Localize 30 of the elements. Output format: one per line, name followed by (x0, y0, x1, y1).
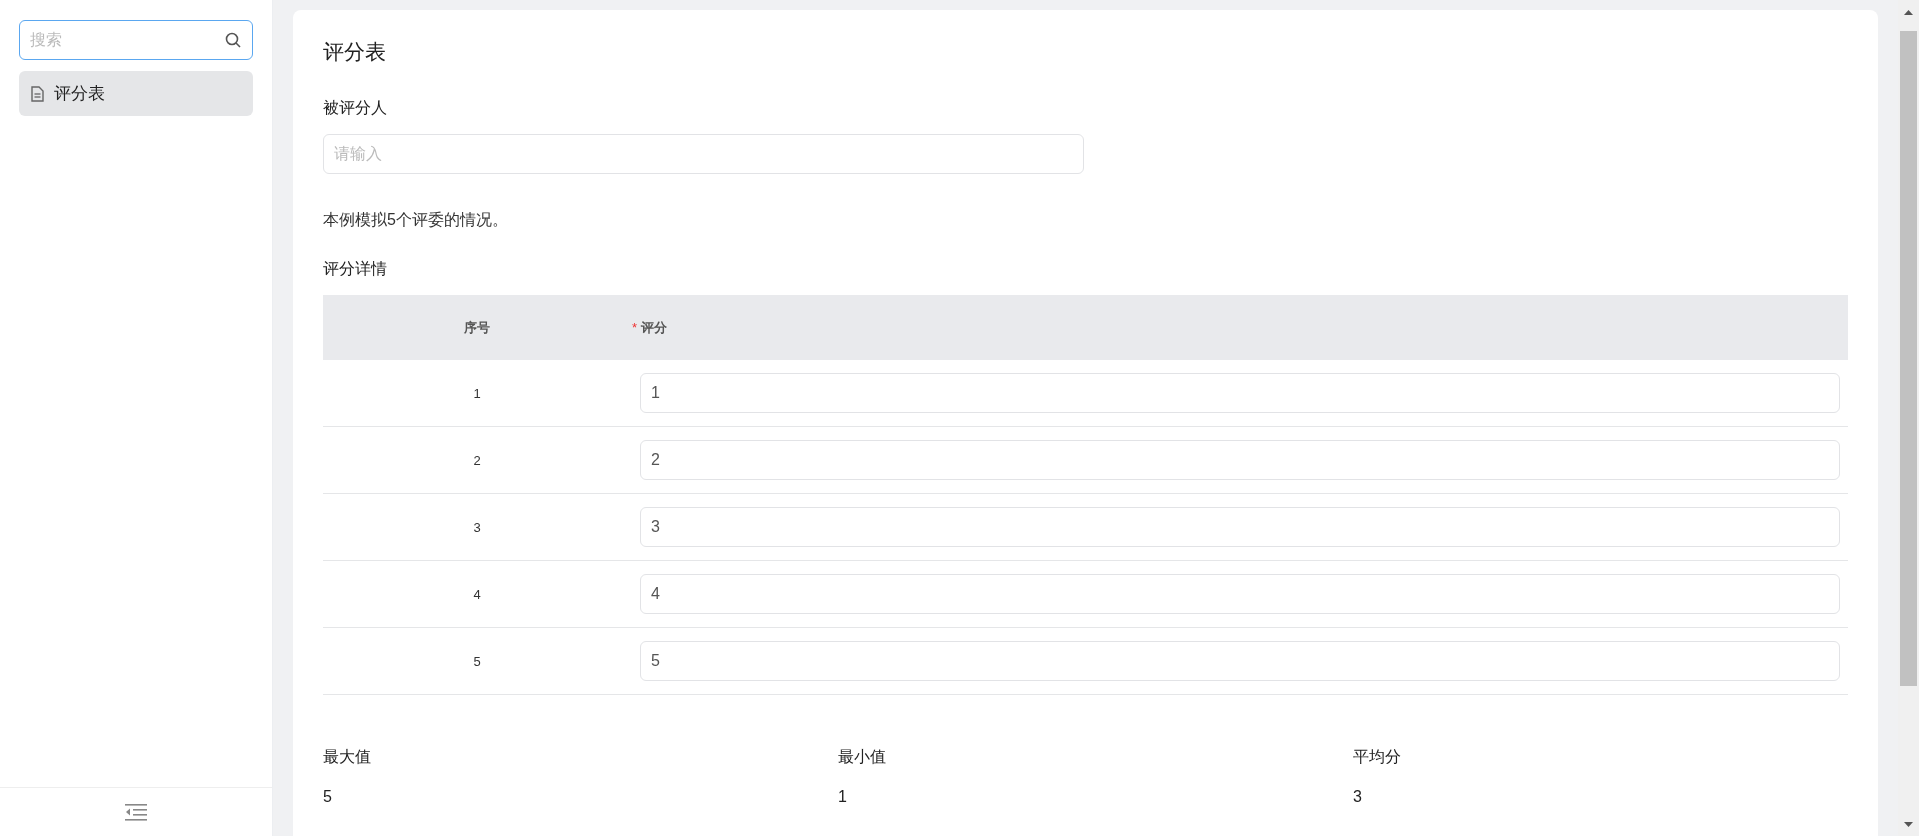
field-label: 被评分人 (323, 98, 387, 118)
column-header: 序号 (464, 318, 490, 337)
score-input-field[interactable]: 3 (640, 507, 1840, 547)
document-icon (31, 85, 44, 102)
search-field[interactable]: 搜索 (19, 20, 253, 60)
stat-value: 5 (323, 788, 332, 806)
collapse-icon[interactable] (125, 803, 147, 821)
note-text: 本例模拟5个评委的情况。 (323, 210, 508, 230)
row-number: 4 (473, 586, 481, 602)
row-number: 2 (473, 452, 481, 468)
stat-label: 最大值 (323, 747, 371, 767)
row-number: 5 (473, 653, 481, 669)
form-title: 评分表 (323, 39, 387, 65)
score-input-field[interactable]: 5 (640, 641, 1840, 681)
row-number: 3 (473, 519, 481, 535)
score-input-field[interactable]: 1 (640, 373, 1840, 413)
search-icon (225, 32, 241, 48)
score-input-field[interactable]: 4 (640, 574, 1840, 614)
sidebar-item[interactable]: 评分表 (19, 71, 253, 116)
stat-label: 最小值 (838, 747, 886, 767)
section-title: 评分详情 (323, 259, 388, 279)
required-mark: * (632, 319, 638, 335)
stat-value: 1 (838, 788, 847, 806)
scrollbar[interactable] (1898, 0, 1919, 836)
stat-label: 平均分 (1353, 747, 1401, 767)
name-input-field[interactable]: 请输入 (323, 134, 1084, 174)
stat-value: 3 (1353, 788, 1362, 806)
row-number: 1 (473, 385, 481, 401)
column-header: 评分 (641, 318, 668, 337)
score-input-field[interactable]: 2 (640, 440, 1840, 480)
